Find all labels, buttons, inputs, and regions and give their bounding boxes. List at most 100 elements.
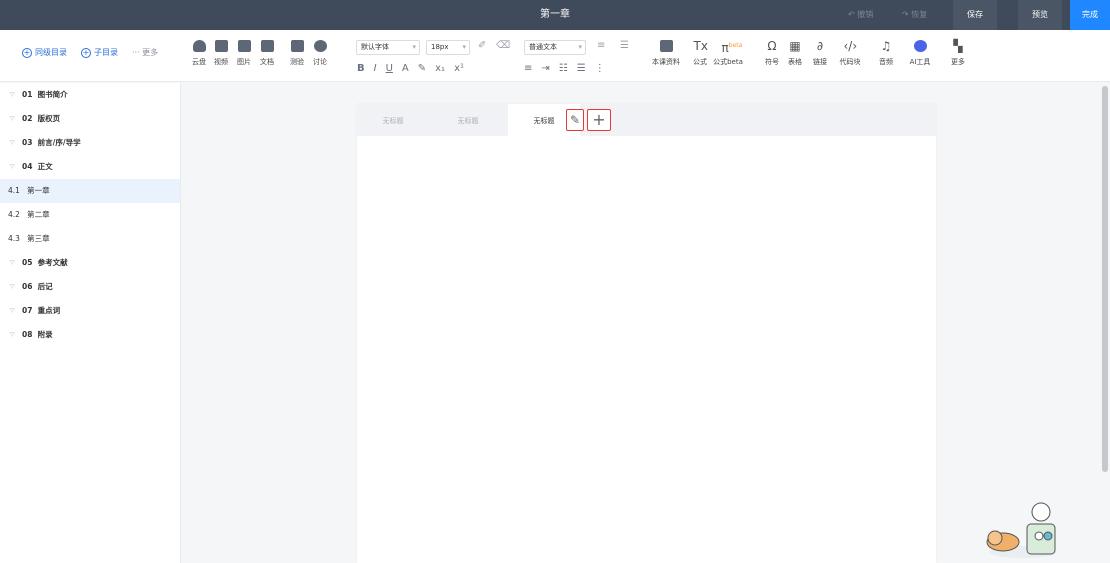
italic-icon[interactable]: I (374, 63, 377, 74)
ai-tools-label: AI工具 (909, 58, 931, 66)
item-num: 4.1 (8, 186, 20, 195)
link-tool[interactable]: ∂ 链接 (807, 40, 833, 67)
chevron-down-icon: ▾ (462, 43, 466, 51)
paragraph-style-select[interactable]: 普通文本 ▾ (524, 40, 586, 55)
doc-label: 文档 (260, 58, 274, 66)
outline-item[interactable]: ▽ 08 附录 (0, 323, 180, 347)
caret-icon: ▽ (10, 283, 15, 290)
outline-item[interactable]: ▽ 06 后记 (0, 275, 180, 299)
add-sibling-button[interactable]: + 同级目录 (22, 47, 67, 58)
formula-beta-tool[interactable]: πbeta 公式beta (709, 40, 747, 67)
subscript-icon[interactable]: x₁ (435, 63, 445, 74)
numbered-list-icon[interactable]: ☰ (577, 63, 586, 74)
item-num: 08 (22, 330, 33, 339)
outline-item-active[interactable]: 4.1 第一章 (0, 179, 180, 203)
audio-tool[interactable]: ♫ 音频 (873, 40, 899, 67)
font-color-icon[interactable]: A (402, 63, 409, 74)
line-spacing-icon[interactable]: ≡ (597, 40, 605, 51)
table-icon: ▦ (789, 39, 801, 53)
cloud-label: 云盘 (192, 58, 206, 66)
highlight-icon[interactable]: ✎ (418, 63, 426, 74)
symbol-label: 符号 (765, 58, 779, 66)
item-label: 第一章 (27, 186, 50, 195)
outline-item[interactable]: 4.3 第三章 (0, 227, 180, 251)
grid-icon: ▚ (953, 39, 963, 53)
item-label: 参考文献 (37, 258, 68, 267)
more-tool[interactable]: ▚ 更多 (941, 40, 975, 67)
bullet-list-icon[interactable]: ☷ (559, 63, 568, 74)
discuss-label: 讨论 (313, 58, 327, 66)
link-icon: ∂ (816, 39, 824, 53)
clear-format-icon[interactable]: ⌫ (496, 40, 510, 51)
ai-tools-tool[interactable]: AI工具 (903, 40, 937, 67)
undo-label: 撤销 (857, 10, 874, 19)
image-label: 图片 (237, 58, 251, 66)
outline-item[interactable]: ▽ 07 重点词 (0, 299, 180, 323)
format-buttons: B I U A ✎ x₁ x¹ (357, 63, 464, 74)
item-label: 前言/序/导学 (37, 138, 81, 147)
editor-canvas[interactable] (357, 104, 936, 563)
doc-tool[interactable]: 文档 (254, 40, 280, 67)
edit-tab-button[interactable]: ✎ (566, 109, 584, 131)
add-child-button[interactable]: + 子目录 (81, 47, 118, 58)
add-tab-button[interactable]: + (587, 109, 611, 131)
code-block-tool[interactable]: ‹/› 代码块 (834, 40, 866, 67)
indent-more-icon[interactable]: ⇥ (541, 63, 549, 74)
music-icon: ♫ (880, 39, 892, 53)
undo-button[interactable]: ↶ 撤销 (848, 0, 873, 30)
outline-item[interactable]: ▽ 01 图书简介 (0, 83, 180, 107)
section-tab[interactable]: 无标题 (432, 104, 504, 136)
table-label: 表格 (788, 58, 802, 66)
align-icon[interactable]: ≡ (524, 63, 532, 74)
chevron-down-icon: ▾ (412, 43, 416, 51)
font-size-value: 18px (431, 43, 449, 51)
done-button[interactable]: 完成 (1070, 0, 1110, 30)
discuss-tool[interactable]: 讨论 (307, 40, 333, 67)
more-label: 更多 (951, 58, 965, 66)
plus-circle-icon: + (22, 48, 32, 58)
outline-item[interactable]: ▽ 05 参考文献 (0, 251, 180, 275)
outline-item[interactable]: ▽ 02 版权页 (0, 107, 180, 131)
mascot-illustration (986, 502, 1057, 558)
item-label: 重点词 (37, 306, 61, 315)
indent-icon[interactable]: ☰ (620, 40, 629, 51)
add-sibling-label: 同级目录 (35, 48, 67, 57)
paragraph-buttons: ≡ ⇥ ☷ ☰ ⋮ (524, 63, 605, 74)
outline-item[interactable]: ▽ 03 前言/序/导学 (0, 131, 180, 155)
outline-item[interactable]: ▽ 04 正文 (0, 155, 180, 179)
omega-icon: Ω (767, 39, 777, 53)
course-material-tool[interactable]: 本课资料 (650, 40, 682, 67)
redo-button[interactable]: ↷ 恢复 (902, 0, 927, 30)
caret-icon: ▽ (10, 307, 15, 314)
outline-item[interactable]: 4.2 第二章 (0, 203, 180, 227)
video-icon (214, 40, 228, 52)
paragraph-style-value: 普通文本 (529, 43, 557, 51)
audio-label: 音频 (879, 58, 893, 66)
ai-icon (913, 40, 927, 52)
save-button[interactable]: 保存 (953, 0, 997, 30)
bold-icon[interactable]: B (357, 63, 365, 74)
font-family-value: 默认字体 (361, 43, 389, 51)
format-painter-icon[interactable]: ✐ (478, 40, 486, 51)
code-icon: ‹/› (843, 39, 858, 53)
list-style-icon[interactable]: ⋮ (595, 63, 605, 74)
caret-icon: ▽ (10, 163, 15, 170)
table-tool[interactable]: ▦ 表格 (782, 40, 808, 67)
plus-icon: + (592, 110, 606, 129)
underline-icon[interactable]: U (386, 63, 393, 74)
font-family-select[interactable]: 默认字体 ▾ (356, 40, 420, 55)
preview-button[interactable]: 预览 (1018, 0, 1062, 30)
scrollbar[interactable] (1102, 86, 1108, 472)
font-size-select[interactable]: 18px ▾ (426, 40, 470, 55)
item-num: 03 (22, 138, 33, 147)
item-num: 02 (22, 114, 33, 123)
redo-label: 恢复 (911, 10, 928, 19)
formula-icon: Tx (693, 39, 708, 53)
section-tab[interactable]: 无标题 (357, 104, 429, 136)
item-num: 07 (22, 306, 33, 315)
outline-more-button[interactable]: ··· 更多 (132, 47, 158, 58)
superscript-icon[interactable]: x¹ (454, 63, 464, 74)
cloud-icon (192, 40, 206, 52)
quiz-icon (290, 40, 304, 52)
code-block-label: 代码块 (839, 58, 861, 66)
